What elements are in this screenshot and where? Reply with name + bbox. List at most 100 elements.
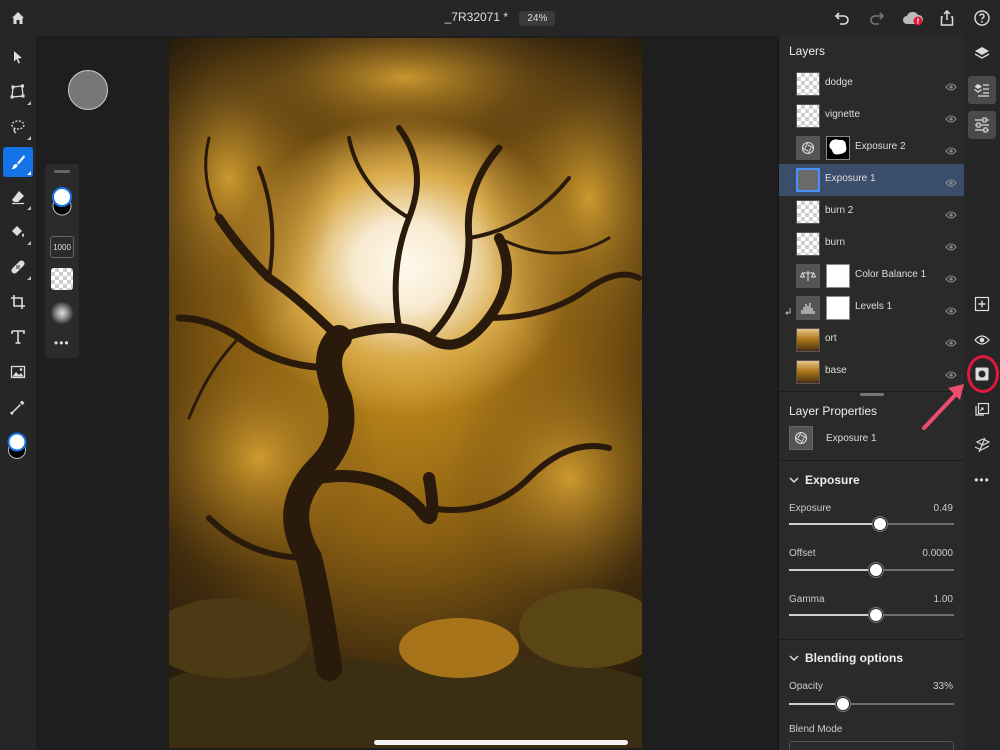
lasso-icon[interactable]: [3, 112, 33, 142]
visibility-eye-icon[interactable]: [945, 143, 957, 161]
crop-icon[interactable]: [3, 287, 33, 317]
visibility-eye-icon[interactable]: [945, 271, 957, 289]
layer-row-burn[interactable]: burn: [779, 228, 964, 260]
gamma-slider[interactable]: [789, 608, 954, 622]
adjustments-icon[interactable]: [968, 111, 996, 139]
visibility-eye-icon[interactable]: [945, 207, 957, 225]
layer-row-vignette[interactable]: vignette: [779, 100, 964, 132]
layer-name: Color Balance 1: [855, 269, 927, 280]
layer-mask-thumbnail[interactable]: [826, 296, 850, 320]
layer-row-ort[interactable]: ort: [779, 324, 964, 356]
layer-row-exposure-1[interactable]: Exposure 1: [779, 164, 964, 196]
add-mask-icon[interactable]: [968, 360, 996, 388]
blend-mode-label: Blend Mode: [789, 724, 843, 735]
layer-row-base[interactable]: base: [779, 356, 964, 388]
add-layer-icon[interactable]: [968, 290, 996, 318]
clipping-indicator-icon: [784, 304, 792, 322]
layer-row-burn-2[interactable]: burn 2: [779, 196, 964, 228]
layer-properties-name[interactable]: Exposure 1: [826, 433, 877, 444]
offset-slider[interactable]: [789, 563, 954, 577]
visibility-eye-icon[interactable]: [945, 111, 957, 129]
tool-options-panel: 1000 •••: [45, 164, 79, 358]
offset-label: Offset: [789, 548, 816, 559]
brush-size-field[interactable]: 1000: [50, 236, 74, 258]
layer-thumbnail: [796, 328, 820, 352]
exposure-adjustment-icon: [796, 136, 820, 160]
brush-color-swatch[interactable]: [49, 184, 75, 223]
home-icon[interactable]: [8, 8, 28, 28]
layer-thumbnail: [796, 232, 820, 256]
slider-knob[interactable]: [872, 517, 887, 531]
panel-handle[interactable]: [54, 170, 70, 173]
visibility-eye-icon[interactable]: [945, 239, 957, 257]
zoom-level[interactable]: 24%: [519, 11, 556, 26]
exposure-section-header[interactable]: Exposure: [789, 473, 860, 487]
visibility-eye-icon[interactable]: [945, 175, 957, 193]
offset-value[interactable]: 0.0000: [922, 548, 953, 559]
slider-fill: [789, 569, 877, 571]
visibility-eye-icon[interactable]: [945, 79, 957, 97]
layer-row-levels-1[interactable]: Levels 1: [779, 292, 964, 324]
layer-row-exposure-2[interactable]: Exposure 2: [779, 132, 964, 164]
layer-mask-thumbnail[interactable]: [826, 264, 850, 288]
more-icon[interactable]: •••: [968, 466, 996, 494]
share-icon[interactable]: [937, 8, 957, 28]
slider-knob[interactable]: [869, 608, 884, 622]
layer-name: vignette: [825, 109, 861, 120]
healing-icon[interactable]: [3, 252, 33, 282]
brush-icon[interactable]: [3, 147, 33, 177]
clip-icon[interactable]: [968, 396, 996, 424]
merge-icon[interactable]: [968, 431, 996, 459]
layer-thumbnail: [796, 168, 820, 192]
brush-hardness-icon[interactable]: [51, 302, 73, 324]
opacity-value[interactable]: 33%: [933, 681, 953, 692]
color-balance-icon: [796, 264, 820, 288]
opacity-label: Opacity: [789, 681, 823, 692]
visibility-eye-icon[interactable]: [945, 335, 957, 353]
more-options-icon[interactable]: •••: [54, 337, 70, 349]
select-icon[interactable]: [3, 42, 33, 72]
layer-mask-thumbnail[interactable]: [826, 136, 850, 160]
levels-icon: [796, 296, 820, 320]
document-canvas-image[interactable]: [169, 38, 642, 748]
cloud-sync-icon[interactable]: [901, 7, 925, 29]
visibility-eye-icon[interactable]: [945, 367, 957, 385]
section-divider: [779, 460, 964, 461]
exposure-label: Exposure: [789, 503, 832, 514]
layer-row-color-balance-1[interactable]: Color Balance 1: [779, 260, 964, 292]
opacity-slider[interactable]: [789, 697, 954, 711]
gamma-value[interactable]: 1.00: [934, 594, 953, 605]
layer-properties-title: Layer Properties: [789, 404, 878, 418]
panel-resize-handle[interactable]: [860, 393, 884, 396]
visibility-icon[interactable]: [968, 326, 996, 354]
color-swatch-icon[interactable]: [3, 428, 33, 464]
chevron-down-icon: [789, 655, 799, 662]
blending-section-header[interactable]: Blending options: [789, 651, 903, 665]
visibility-eye-icon[interactable]: [945, 303, 957, 321]
redo-icon[interactable]: [867, 8, 887, 28]
layer-thumbnail: [796, 200, 820, 224]
slider-knob[interactable]: [836, 697, 851, 711]
fill-icon[interactable]: [3, 217, 33, 247]
exposure-value[interactable]: 0.49: [934, 503, 953, 514]
eyedropper-icon[interactable]: [3, 392, 33, 422]
left-toolbar: [0, 36, 36, 750]
brush-opacity-swatch[interactable]: [51, 268, 73, 290]
layers-stack-icon[interactable]: [968, 40, 996, 68]
undo-icon[interactable]: [832, 8, 852, 28]
exposure-slider[interactable]: [789, 517, 954, 531]
blend-mode-dropdown[interactable]: [789, 741, 954, 750]
layer-properties-icon[interactable]: [968, 76, 996, 104]
transform-icon[interactable]: [3, 77, 33, 107]
place-image-icon[interactable]: [3, 357, 33, 387]
type-icon[interactable]: [3, 322, 33, 352]
slider-knob[interactable]: [869, 563, 884, 577]
help-icon[interactable]: [972, 8, 992, 28]
top-bar: _7R32071 * 24%: [0, 0, 1000, 36]
exposure-adjustment-icon: [789, 426, 813, 450]
layer-thumbnail: [796, 104, 820, 128]
layer-row-dodge[interactable]: dodge: [779, 68, 964, 100]
layer-name: base: [825, 365, 847, 376]
eraser-icon[interactable]: [3, 182, 33, 212]
document-title[interactable]: _7R32071 *: [445, 10, 508, 24]
